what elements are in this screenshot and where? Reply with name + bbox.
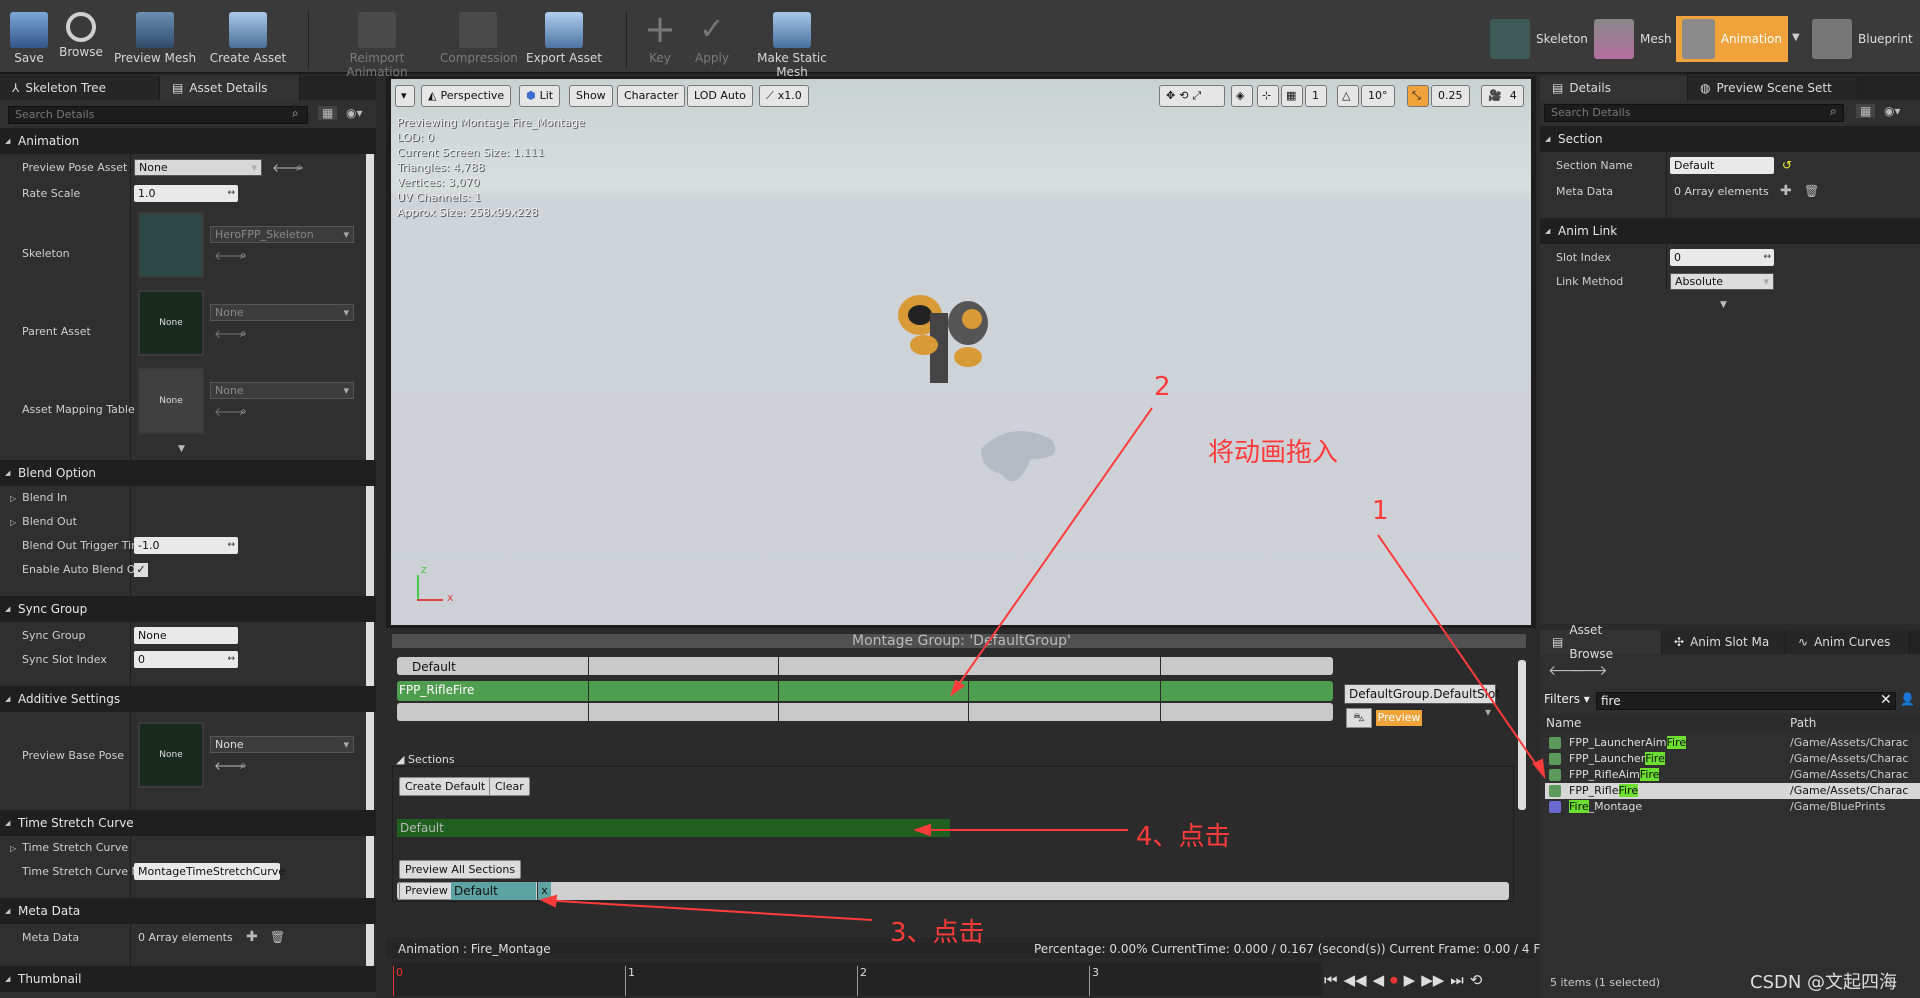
annotation-arrows — [539, 407, 1546, 921]
annotation-3: 3、点击 — [890, 918, 985, 948]
annotation-drag: 将动画拖入 — [1208, 438, 1339, 468]
annotation-2: 2 — [1154, 372, 1171, 402]
annotation-4: 4、点击 — [1136, 822, 1231, 852]
annotation-1: 1 — [1372, 496, 1389, 526]
watermark: CSDN @文起四海 — [1750, 972, 1898, 993]
